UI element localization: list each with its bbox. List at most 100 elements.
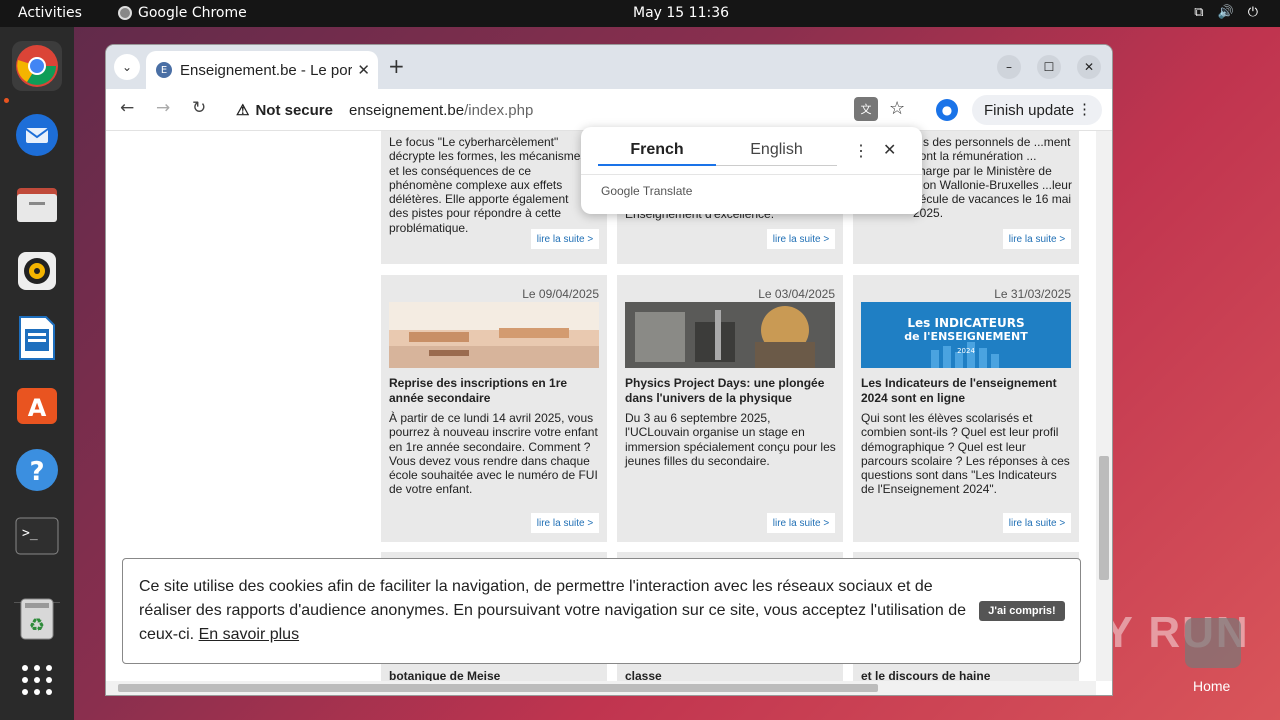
accept-cookies-button[interactable]: J'ai compris! (979, 601, 1065, 621)
news-card: Le 09/04/2025 Reprise des inscriptions e… (381, 275, 607, 542)
finish-update-button[interactable]: Finish update ⋮ (972, 95, 1102, 125)
news-card: Le 03/04/2025 Physics Project Days: une … (617, 275, 843, 542)
minimize-button[interactable]: – (997, 55, 1021, 79)
card-body: Le focus "Le cyberharcèlement" décrypte … (389, 135, 587, 235)
chrome-small-icon (118, 6, 132, 20)
horizontal-scrollbar[interactable] (106, 681, 1096, 695)
google-translate-brand: Google Translate (601, 184, 693, 198)
system-tray[interactable]: ⧉ 🔊 ⏻ (1194, 5, 1258, 20)
vertical-scrollbar[interactable] (1096, 131, 1112, 681)
card-image-classroom[interactable] (389, 302, 599, 368)
tab-strip: ⌄ E Enseignement.be - Le portail ✕ + – ☐… (106, 45, 1112, 89)
tab-enseignement[interactable]: E Enseignement.be - Le portail ✕ (146, 51, 378, 89)
cookie-text: Ce site utilise des cookies afin de faci… (139, 575, 969, 647)
reload-button[interactable]: ↻ (192, 98, 206, 118)
scroll-thumb[interactable] (118, 684, 878, 692)
svg-text:Les INDICATEURS: Les INDICATEURS (907, 316, 1024, 330)
trash-icon[interactable]: ♻ (12, 593, 62, 643)
card-date: Le 03/04/2025 (758, 287, 835, 301)
close-tab-icon[interactable]: ✕ (357, 61, 370, 79)
card-title[interactable]: Physics Project Days: une plongée dans l… (625, 376, 837, 406)
activities-button[interactable]: Activities (18, 5, 82, 21)
read-more-link[interactable]: lire la suite > (767, 229, 835, 249)
home-label[interactable]: Home (1193, 678, 1230, 694)
svg-text:?: ? (29, 457, 44, 487)
app-name: Google Chrome (138, 5, 247, 21)
card-date: Le 31/03/2025 (994, 287, 1071, 301)
warning-icon: ⚠ (236, 102, 250, 119)
read-more-link[interactable]: lire la suite > (767, 513, 835, 533)
finish-update-label: Finish update (984, 101, 1075, 119)
svg-text:2024: 2024 (957, 347, 975, 355)
card-body: Du 3 au 6 septembre 2025, l'UCLouvain or… (625, 411, 836, 468)
address-bar[interactable]: ⚠ Not secure enseignement.be/index.php (224, 94, 924, 126)
new-tab-button[interactable]: + (388, 54, 405, 78)
tab-french[interactable]: French (598, 141, 716, 166)
back-button[interactable]: ← (120, 98, 134, 118)
volume-icon: 🔊 (1217, 5, 1234, 20)
power-icon: ⏻ (1247, 5, 1258, 20)
profile-icon[interactable]: ● (936, 99, 958, 121)
terminal-icon[interactable]: >_ (12, 511, 62, 561)
running-indicator (4, 98, 9, 103)
security-indicator[interactable]: ⚠ Not secure (236, 101, 333, 120)
home-folder-icon[interactable] (1185, 618, 1241, 668)
news-card: Le focus "Le cyberharcèlement" décrypte … (381, 131, 607, 264)
read-more-link[interactable]: lire la suite > (531, 229, 599, 249)
url-text[interactable]: enseignement.be/index.php (349, 102, 533, 119)
rhythmbox-icon[interactable] (12, 246, 62, 296)
translate-popup: French English ⋮ ✕ Google Translate (581, 127, 922, 214)
translate-options-icon[interactable]: ⋮ (853, 141, 869, 161)
clock[interactable]: May 15 11:36 (633, 5, 729, 21)
network-icon: ⧉ (1194, 5, 1204, 20)
read-more-link[interactable]: lire la suite > (1003, 513, 1071, 533)
card-image-physics[interactable] (625, 302, 835, 368)
learn-more-link[interactable]: En savoir plus (199, 626, 300, 643)
close-window-button[interactable]: ✕ (1077, 55, 1101, 79)
card-title[interactable]: Les Indicateurs de l'enseignement 2024 s… (861, 376, 1073, 406)
translate-icon[interactable]: 文 (854, 97, 878, 121)
svg-text:♻: ♻ (29, 615, 45, 636)
security-label: Not secure (255, 101, 333, 119)
maximize-button[interactable]: ☐ (1037, 55, 1061, 79)
dock: A ? >_ ♻ (0, 27, 74, 720)
top-bar: Activities Google Chrome May 15 11:36 ⧉ … (0, 0, 1280, 27)
bookmark-star-icon[interactable]: ☆ (889, 98, 905, 119)
read-more-link[interactable]: lire la suite > (531, 513, 599, 533)
site-favicon: E (156, 62, 172, 78)
tab-search-button[interactable]: ⌄ (114, 54, 140, 80)
tab-english[interactable]: English (716, 141, 837, 166)
card-body: À partir de ce lundi 14 avril 2025, vous… (389, 411, 598, 497)
close-icon[interactable]: ✕ (883, 140, 896, 160)
forward-button[interactable]: → (156, 98, 170, 118)
card-image-indicators[interactable]: Les INDICATEURS de l'ENSEIGNEMENT 2024 (861, 302, 1071, 368)
thunderbird-icon[interactable] (12, 110, 62, 160)
help-icon[interactable]: ? (12, 445, 62, 495)
app-center-icon[interactable]: A (12, 379, 62, 429)
writer-icon[interactable] (12, 313, 62, 363)
url-path: /index.php (464, 101, 534, 119)
app-grid-icon[interactable] (12, 655, 62, 705)
url-host: enseignement.be (348, 101, 465, 119)
news-card: Le 31/03/2025 Les INDICATEURS de l'ENSEI… (853, 275, 1079, 542)
svg-text:>_: >_ (22, 526, 38, 541)
card-body: ...s des personnels de ...ment dont la r… (913, 135, 1072, 221)
read-more-link[interactable]: lire la suite > (1003, 229, 1071, 249)
scroll-thumb[interactable] (1099, 456, 1109, 580)
card-title[interactable]: botanique de Meise (389, 669, 500, 681)
svg-text:A: A (28, 394, 47, 422)
svg-text:de l'ENSEIGNEMENT: de l'ENSEIGNEMENT (904, 330, 1028, 343)
tab-title: Enseignement.be - Le portail (180, 61, 352, 79)
chrome-menu-icon[interactable]: ⋮ (1077, 100, 1092, 118)
card-title[interactable]: Reprise des inscriptions en 1re année se… (389, 376, 601, 406)
files-icon[interactable] (12, 179, 62, 229)
card-title[interactable]: classe (625, 669, 662, 681)
cookie-banner: Ce site utilise des cookies afin de faci… (122, 558, 1081, 664)
toolbar: ← → ↻ ⚠ Not secure enseignement.be/index… (106, 89, 1112, 131)
chrome-icon[interactable] (12, 41, 62, 91)
card-title[interactable]: et le discours de haine (861, 669, 990, 681)
card-body: Qui sont les élèves scolarisés et combie… (861, 411, 1070, 497)
card-date: Le 09/04/2025 (522, 287, 599, 301)
divider (581, 174, 922, 175)
app-menu[interactable]: Google Chrome (118, 5, 247, 21)
